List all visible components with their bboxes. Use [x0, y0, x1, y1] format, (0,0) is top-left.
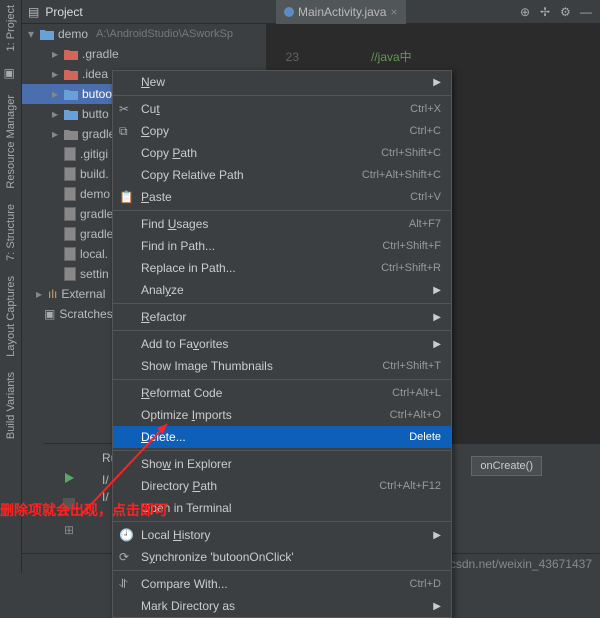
image-icon: ▣ [4, 66, 18, 80]
layout-button[interactable]: ⊞ [59, 520, 79, 540]
diff-icon: ⥯ [119, 577, 133, 591]
menu-item-open-in-terminal[interactable]: Open in Terminal [113, 497, 451, 519]
menu-item-synchronize-butoononclick-[interactable]: ⟳Synchronize 'butoonOnClick' [113, 546, 451, 568]
rail-project[interactable]: 1: Project [5, 5, 17, 51]
expand-icon[interactable]: ✢ [540, 5, 554, 19]
menu-item-find-in-path-[interactable]: Find in Path...Ctrl+Shift+F [113, 235, 451, 257]
menu-item-replace-in-path-[interactable]: Replace in Path...Ctrl+Shift+R [113, 257, 451, 279]
cut-icon: ✂ [119, 102, 133, 116]
stop-button[interactable] [59, 494, 79, 514]
rail-build[interactable]: Build Variants [5, 372, 17, 439]
menu-item-show-image-thumbnails[interactable]: Show Image ThumbnailsCtrl+Shift+T [113, 355, 451, 377]
menu-item-copy-path[interactable]: Copy PathCtrl+Shift+C [113, 142, 451, 164]
menu-item-copy[interactable]: ⧉CopyCtrl+C [113, 120, 451, 142]
gear-icon[interactable]: ⚙ [560, 5, 574, 19]
menu-item-compare-with-[interactable]: ⥯Compare With...Ctrl+D [113, 573, 451, 595]
menu-item-show-in-explorer[interactable]: Show in Explorer [113, 453, 451, 475]
rail-resource[interactable]: Resource Manager [5, 95, 17, 189]
menu-item-refactor[interactable]: Refactor▶ [113, 306, 451, 328]
tree-item[interactable]: ▸.gradle [22, 44, 266, 64]
menu-item-reformat-code[interactable]: Reformat CodeCtrl+Alt+L [113, 382, 451, 404]
menu-item-new[interactable]: New▶ [113, 71, 451, 93]
project-label: Project [45, 5, 82, 19]
menu-item-analyze[interactable]: Analyze▶ [113, 279, 451, 301]
project-icon: ▤ [28, 5, 39, 19]
copy-icon: ⧉ [119, 124, 133, 138]
menu-item-directory-path[interactable]: Directory PathCtrl+Alt+F12 [113, 475, 451, 497]
menu-item-optimize-imports[interactable]: Optimize ImportsCtrl+Alt+O [113, 404, 451, 426]
target-icon[interactable]: ⊕ [520, 5, 534, 19]
context-menu[interactable]: New▶ ✂CutCtrl+X⧉CopyCtrl+CCopy PathCtrl+S… [112, 70, 452, 618]
menu-item-find-usages[interactable]: Find UsagesAlt+F7 [113, 213, 451, 235]
menu-item-local-history[interactable]: 🕘Local History▶ [113, 524, 451, 546]
editor-tab-top[interactable]: MainActivity.java × [276, 0, 406, 24]
sync-icon: ⟳ [119, 550, 133, 564]
tree-root[interactable]: ▾ demo A:\AndroidStudio\ASworkSp [22, 24, 266, 44]
tree-root-path: A:\AndroidStudio\ASworkSp [96, 28, 233, 40]
menu-item-copy-relative-path[interactable]: Copy Relative PathCtrl+Alt+Shift+C [113, 164, 451, 186]
run-button[interactable] [59, 468, 79, 488]
tree-root-name: demo [58, 27, 88, 41]
paste-icon: 📋 [119, 190, 133, 204]
menu-item-add-to-favorites[interactable]: Add to Favorites▶ [113, 333, 451, 355]
java-icon [284, 7, 294, 17]
menu-item-cut[interactable]: ✂CutCtrl+X [113, 98, 451, 120]
menu-item-mark-directory-as[interactable]: Mark Directory as▶ [113, 595, 451, 617]
minimize-icon[interactable]: — [580, 5, 594, 19]
history-icon: 🕘 [119, 528, 133, 542]
left-tool-rail[interactable]: 1: Project ▣ Resource Manager 7: Structu… [0, 0, 22, 573]
menu-item-delete-[interactable]: Delete...Delete [113, 426, 451, 448]
menu-item-paste[interactable]: 📋PasteCtrl+V [113, 186, 451, 208]
parameter-hint: onCreate() [471, 456, 542, 476]
rail-structure[interactable]: 7: Structure [5, 204, 17, 261]
close-icon[interactable]: × [390, 5, 397, 19]
rail-layout[interactable]: Layout Captures [5, 276, 17, 357]
